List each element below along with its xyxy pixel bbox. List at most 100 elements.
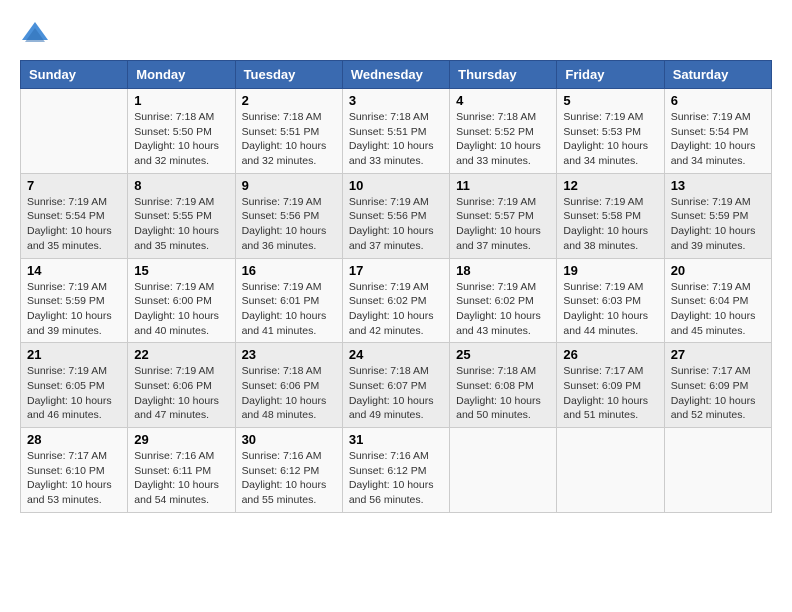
day-number: 15 <box>134 263 228 278</box>
calendar-cell <box>557 428 664 513</box>
calendar-cell: 9 Sunrise: 7:19 AMSunset: 5:56 PMDaylight… <box>235 173 342 258</box>
calendar-week-row: 21 Sunrise: 7:19 AMSunset: 6:05 PMDayligh… <box>21 343 772 428</box>
calendar-week-row: 7 Sunrise: 7:19 AMSunset: 5:54 PMDaylight… <box>21 173 772 258</box>
day-info: Sunrise: 7:19 AMSunset: 6:05 PMDaylight:… <box>27 364 121 423</box>
calendar-cell: 6 Sunrise: 7:19 AMSunset: 5:54 PMDaylight… <box>664 89 771 174</box>
weekday-header: Monday <box>128 61 235 89</box>
day-number: 12 <box>563 178 657 193</box>
day-number: 26 <box>563 347 657 362</box>
calendar-header: SundayMondayTuesdayWednesdayThursdayFrid… <box>21 61 772 89</box>
calendar-cell: 22 Sunrise: 7:19 AMSunset: 6:06 PMDayligh… <box>128 343 235 428</box>
day-number: 2 <box>242 93 336 108</box>
day-info: Sunrise: 7:19 AMSunset: 6:02 PMDaylight:… <box>456 280 550 339</box>
day-number: 1 <box>134 93 228 108</box>
calendar-cell: 11 Sunrise: 7:19 AMSunset: 5:57 PMDayligh… <box>450 173 557 258</box>
calendar-cell: 30 Sunrise: 7:16 AMSunset: 6:12 PMDayligh… <box>235 428 342 513</box>
calendar-cell: 16 Sunrise: 7:19 AMSunset: 6:01 PMDayligh… <box>235 258 342 343</box>
calendar-cell: 8 Sunrise: 7:19 AMSunset: 5:55 PMDaylight… <box>128 173 235 258</box>
day-number: 24 <box>349 347 443 362</box>
day-number: 11 <box>456 178 550 193</box>
calendar-cell: 3Sunrise: 7:18 AMSunset: 5:51 PMDaylight… <box>342 89 449 174</box>
calendar-cell: 17 Sunrise: 7:19 AMSunset: 6:02 PMDayligh… <box>342 258 449 343</box>
calendar-cell: 5Sunrise: 7:19 AMSunset: 5:53 PMDaylight… <box>557 89 664 174</box>
weekday-header: Saturday <box>664 61 771 89</box>
calendar-cell: 15 Sunrise: 7:19 AMSunset: 6:00 PMDayligh… <box>128 258 235 343</box>
day-info: Sunrise: 7:19 AMSunset: 5:54 PMDaylight:… <box>27 195 121 254</box>
calendar-cell: 12 Sunrise: 7:19 AMSunset: 5:58 PMDayligh… <box>557 173 664 258</box>
day-info: Sunrise: 7:19 AMSunset: 5:58 PMDaylight:… <box>563 195 657 254</box>
day-number: 16 <box>242 263 336 278</box>
day-number: 30 <box>242 432 336 447</box>
page-header <box>20 20 772 50</box>
day-info: Sunrise: 7:19 AMSunset: 6:06 PMDaylight:… <box>134 364 228 423</box>
day-info: Sunrise: 7:18 AMSunset: 5:52 PMDaylight:… <box>456 110 550 169</box>
day-info: Sunrise: 7:19 AMSunset: 6:00 PMDaylight:… <box>134 280 228 339</box>
calendar-cell: 26 Sunrise: 7:17 AMSunset: 6:09 PMDayligh… <box>557 343 664 428</box>
calendar-cell: 24 Sunrise: 7:18 AMSunset: 6:07 PMDayligh… <box>342 343 449 428</box>
calendar-week-row: 28Sunrise: 7:17 AMSunset: 6:10 PMDayligh… <box>21 428 772 513</box>
calendar-cell: 27 Sunrise: 7:17 AMSunset: 6:09 PMDayligh… <box>664 343 771 428</box>
day-info: Sunrise: 7:18 AMSunset: 5:50 PMDaylight:… <box>134 110 228 169</box>
weekday-header: Tuesday <box>235 61 342 89</box>
weekday-header: Wednesday <box>342 61 449 89</box>
day-number: 8 <box>134 178 228 193</box>
weekday-header: Sunday <box>21 61 128 89</box>
calendar-cell: 13 Sunrise: 7:19 AMSunset: 5:59 PMDayligh… <box>664 173 771 258</box>
day-number: 22 <box>134 347 228 362</box>
day-number: 21 <box>27 347 121 362</box>
day-info: Sunrise: 7:16 AMSunset: 6:12 PMDaylight:… <box>349 449 443 508</box>
day-info: Sunrise: 7:19 AMSunset: 5:56 PMDaylight:… <box>242 195 336 254</box>
day-info: Sunrise: 7:17 AMSunset: 6:09 PMDaylight:… <box>671 364 765 423</box>
day-number: 23 <box>242 347 336 362</box>
calendar-cell <box>450 428 557 513</box>
calendar-cell: 19Sunrise: 7:19 AMSunset: 6:03 PMDayligh… <box>557 258 664 343</box>
calendar-week-row: 14 Sunrise: 7:19 AMSunset: 5:59 PMDayligh… <box>21 258 772 343</box>
logo <box>20 20 52 50</box>
calendar-cell: 1 Sunrise: 7:18 AMSunset: 5:50 PMDaylight… <box>128 89 235 174</box>
day-info: Sunrise: 7:18 AMSunset: 6:07 PMDaylight:… <box>349 364 443 423</box>
calendar-cell: 31Sunrise: 7:16 AMSunset: 6:12 PMDayligh… <box>342 428 449 513</box>
day-number: 10 <box>349 178 443 193</box>
weekday-header: Thursday <box>450 61 557 89</box>
day-info: Sunrise: 7:19 AMSunset: 6:01 PMDaylight:… <box>242 280 336 339</box>
calendar-table: SundayMondayTuesdayWednesdayThursdayFrid… <box>20 60 772 513</box>
calendar-cell: 4 Sunrise: 7:18 AMSunset: 5:52 PMDaylight… <box>450 89 557 174</box>
day-info: Sunrise: 7:16 AMSunset: 6:12 PMDaylight:… <box>242 449 336 508</box>
day-info: Sunrise: 7:19 AMSunset: 5:59 PMDaylight:… <box>27 280 121 339</box>
calendar-body: 1 Sunrise: 7:18 AMSunset: 5:50 PMDaylight… <box>21 89 772 513</box>
day-info: Sunrise: 7:18 AMSunset: 5:51 PMDaylight:… <box>242 110 336 169</box>
day-number: 13 <box>671 178 765 193</box>
day-info: Sunrise: 7:17 AMSunset: 6:09 PMDaylight:… <box>563 364 657 423</box>
calendar-cell: 14 Sunrise: 7:19 AMSunset: 5:59 PMDayligh… <box>21 258 128 343</box>
calendar-week-row: 1 Sunrise: 7:18 AMSunset: 5:50 PMDaylight… <box>21 89 772 174</box>
day-number: 18 <box>456 263 550 278</box>
day-info: Sunrise: 7:19 AMSunset: 5:55 PMDaylight:… <box>134 195 228 254</box>
day-number: 6 <box>671 93 765 108</box>
day-info: Sunrise: 7:19 AMSunset: 5:56 PMDaylight:… <box>349 195 443 254</box>
day-number: 7 <box>27 178 121 193</box>
day-info: Sunrise: 7:19 AMSunset: 5:54 PMDaylight:… <box>671 110 765 169</box>
day-info: Sunrise: 7:19 AMSunset: 5:53 PMDaylight:… <box>563 110 657 169</box>
day-number: 9 <box>242 178 336 193</box>
day-info: Sunrise: 7:16 AMSunset: 6:11 PMDaylight:… <box>134 449 228 508</box>
calendar-cell <box>21 89 128 174</box>
day-info: Sunrise: 7:19 AMSunset: 5:57 PMDaylight:… <box>456 195 550 254</box>
day-info: Sunrise: 7:19 AMSunset: 5:59 PMDaylight:… <box>671 195 765 254</box>
calendar-cell <box>664 428 771 513</box>
logo-icon <box>20 20 50 50</box>
calendar-cell: 23Sunrise: 7:18 AMSunset: 6:06 PMDayligh… <box>235 343 342 428</box>
day-info: Sunrise: 7:18 AMSunset: 6:08 PMDaylight:… <box>456 364 550 423</box>
calendar-cell: 7 Sunrise: 7:19 AMSunset: 5:54 PMDaylight… <box>21 173 128 258</box>
day-number: 27 <box>671 347 765 362</box>
day-number: 17 <box>349 263 443 278</box>
calendar-cell: 2 Sunrise: 7:18 AMSunset: 5:51 PMDaylight… <box>235 89 342 174</box>
day-info: Sunrise: 7:17 AMSunset: 6:10 PMDaylight:… <box>27 449 121 508</box>
calendar-cell: 10 Sunrise: 7:19 AMSunset: 5:56 PMDayligh… <box>342 173 449 258</box>
weekday-header: Friday <box>557 61 664 89</box>
calendar-cell: 20Sunrise: 7:19 AMSunset: 6:04 PMDayligh… <box>664 258 771 343</box>
day-number: 14 <box>27 263 121 278</box>
calendar-cell: 21 Sunrise: 7:19 AMSunset: 6:05 PMDayligh… <box>21 343 128 428</box>
day-number: 4 <box>456 93 550 108</box>
day-number: 20 <box>671 263 765 278</box>
day-info: Sunrise: 7:19 AMSunset: 6:02 PMDaylight:… <box>349 280 443 339</box>
